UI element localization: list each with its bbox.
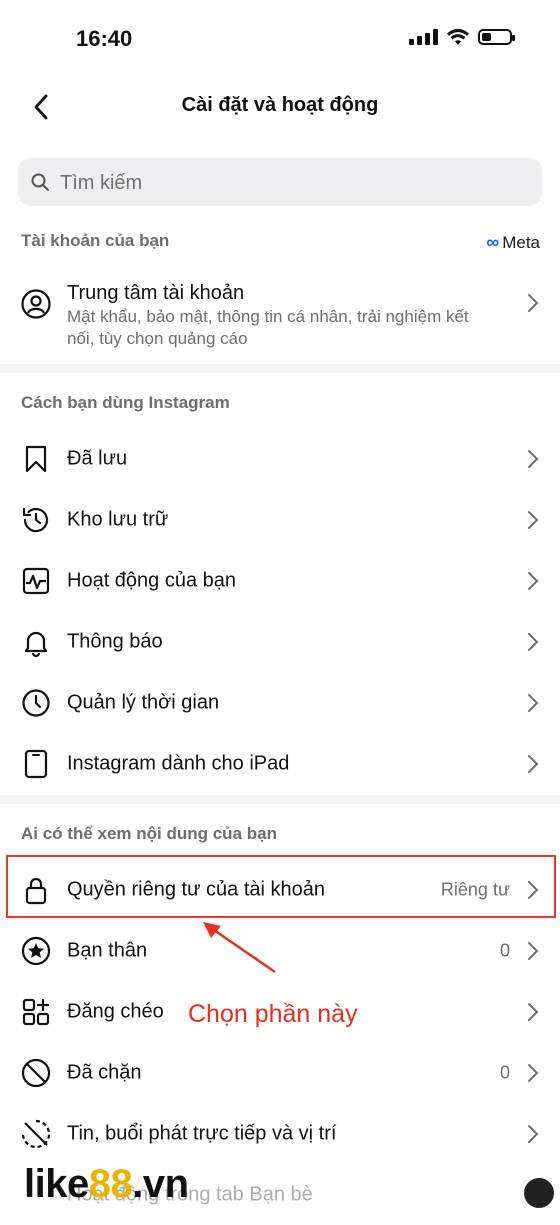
menu-item-label: Đã lưu (67, 447, 128, 470)
menu-item-value: 0 (499, 940, 510, 961)
wifi-icon (447, 29, 469, 45)
chevron-right-icon (528, 511, 539, 529)
menu-item-label: Tin, buổi phát trực tiếp và vị trí (67, 1122, 337, 1145)
account-circle-icon (21, 289, 51, 319)
menu-item-value: 0 (499, 1062, 510, 1083)
status-icons (409, 28, 515, 46)
account-center-row[interactable]: Trung tâm tài khoản Mật khẩu, bảo mật, t… (0, 272, 560, 360)
highlight-box (6, 855, 556, 918)
block-icon (21, 1058, 51, 1088)
menu-item-story-live-location[interactable]: Tin, buổi phát trực tiếp và vị trí (0, 1104, 560, 1164)
meta-infinity-icon: ∞ (486, 232, 500, 252)
menu-item-label: Thông báo (67, 630, 163, 653)
chevron-right-icon (528, 450, 539, 468)
menu-item-time-management[interactable]: Quản lý thời gian (0, 673, 560, 733)
star-icon (21, 936, 51, 966)
menu-item-activity[interactable]: Hoạt động của bạn (0, 551, 560, 611)
account-center-title: Trung tâm tài khoản (67, 282, 245, 304)
chevron-right-icon (528, 294, 539, 312)
watermark-part: 88 (88, 1162, 133, 1206)
chat-bubble-icon[interactable] (524, 1178, 554, 1208)
page-title: Cài đặt và hoạt động (181, 94, 379, 116)
meta-logo: ∞ Meta (486, 232, 540, 253)
menu-item-label: Instagram dành cho iPad (67, 752, 290, 775)
status-bar: 16:40 (0, 0, 560, 80)
archive-clock-icon (22, 507, 49, 533)
section-label-account: Tài khoản của bạn (21, 231, 170, 250)
menu-item-label: Đăng chéo (67, 1000, 164, 1023)
menu-item-label: Đã chặn (67, 1061, 142, 1084)
section-divider (0, 364, 560, 373)
chevron-right-icon (528, 1064, 539, 1082)
cellular-signal-icon (409, 29, 438, 45)
account-center-subtitle: Mật khẩu, bảo mật, thông tin cá nhân, tr… (67, 307, 469, 348)
clock-icon (22, 689, 50, 717)
watermark-logo: like88.vn (24, 1162, 189, 1207)
menu-item-label: Kho lưu trữ (67, 508, 169, 531)
activity-icon (22, 567, 50, 595)
menu-item-blocked[interactable]: Đã chặn 0 (0, 1043, 560, 1103)
section-label-visibility: Ai có thể xem nội dung của bạn (21, 824, 277, 843)
bell-icon (24, 631, 48, 658)
tablet-icon (24, 749, 48, 779)
story-off-icon (21, 1119, 51, 1149)
section-label-usage: Cách bạn dùng Instagram (21, 393, 230, 412)
watermark-part: like (24, 1162, 89, 1206)
chevron-right-icon (528, 755, 539, 773)
crosspost-icon (22, 998, 50, 1026)
menu-item-label: Bạn thân (67, 939, 148, 962)
bookmark-icon (25, 445, 47, 473)
menu-item-ipad[interactable]: Instagram dành cho iPad (0, 734, 560, 794)
menu-item-notifications[interactable]: Thông báo (0, 612, 560, 672)
battery-icon (478, 29, 515, 45)
menu-item-label: Hoạt động của bạn (67, 569, 237, 592)
status-time: 16:40 (76, 26, 133, 51)
chevron-right-icon (528, 942, 539, 960)
chevron-right-icon (528, 1125, 539, 1143)
meta-logo-text: Meta (502, 232, 540, 252)
chevron-right-icon (528, 694, 539, 712)
menu-item-saved[interactable]: Đã lưu (0, 429, 560, 489)
annotation-arrow-icon (203, 922, 276, 974)
section-divider (0, 795, 560, 804)
header: Cài đặt và hoạt động (0, 80, 560, 132)
annotation-text: Chọn phần này (188, 1000, 358, 1028)
search-icon (31, 173, 49, 191)
chevron-right-icon (528, 572, 539, 590)
watermark-part: .vn (132, 1162, 189, 1206)
search-input[interactable] (58, 166, 512, 200)
search-bar[interactable] (18, 158, 542, 206)
menu-item-archive[interactable]: Kho lưu trữ (0, 490, 560, 550)
menu-item-label: Quản lý thời gian (67, 691, 220, 714)
chevron-right-icon (528, 633, 539, 651)
chevron-right-icon (528, 1003, 539, 1021)
